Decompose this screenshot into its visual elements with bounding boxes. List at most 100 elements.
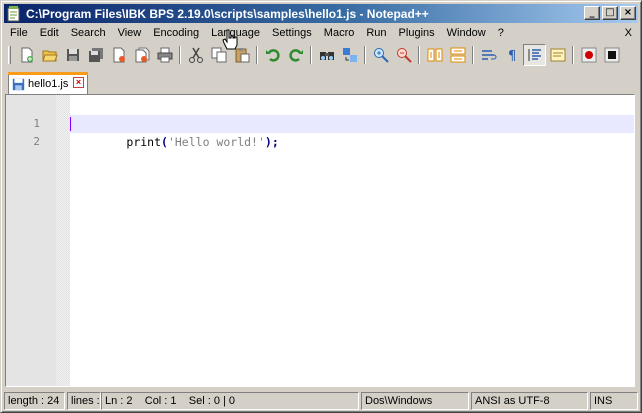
toolbar-separator xyxy=(472,46,474,64)
token-function: print xyxy=(126,135,162,149)
copy-icon xyxy=(211,47,226,63)
cut-icon xyxy=(188,47,203,63)
window-title: C:\Program Files\IBK BPS 2.19.0\scripts\… xyxy=(26,6,429,21)
open-file-button[interactable] xyxy=(38,44,61,66)
sync-vertical-button[interactable] xyxy=(423,44,446,66)
minimize-button[interactable]: _ xyxy=(584,6,600,20)
line-number: 1 xyxy=(33,117,40,130)
menu-window[interactable]: Window xyxy=(441,24,492,42)
close-all-button[interactable] xyxy=(130,44,153,66)
code-area[interactable]: 1 print('Hello world!'); 2 xyxy=(33,97,634,149)
zoom-out-button[interactable] xyxy=(392,44,415,66)
toolbar-separator xyxy=(364,46,366,64)
sync-horizontal-button[interactable] xyxy=(446,44,469,66)
status-length: length : 24 xyxy=(4,392,65,410)
new-file-button[interactable] xyxy=(15,44,38,66)
indent-guide-button[interactable] xyxy=(523,44,546,66)
status-position: Ln : 2 Col : 1 Sel : 0 | 0 xyxy=(101,392,359,410)
menu-file[interactable]: File xyxy=(4,24,34,42)
toolbar-separator xyxy=(572,46,574,64)
undo-icon xyxy=(265,49,280,62)
status-bar: length : 24 lines : Ln : 2 Col : 1 Sel :… xyxy=(4,391,638,410)
line-number: 2 xyxy=(33,135,40,148)
replace-button[interactable] xyxy=(338,44,361,66)
show-all-chars-button[interactable]: ¶ xyxy=(500,44,523,66)
notepad-window: C:\Program Files\IBK BPS 2.19.0\scripts\… xyxy=(0,0,642,413)
saved-file-icon xyxy=(12,78,25,90)
stop-macro-button[interactable] xyxy=(600,44,623,66)
open-file-icon xyxy=(41,50,58,62)
menu-plugins[interactable]: Plugins xyxy=(393,24,441,42)
token-operator: ( xyxy=(161,135,168,149)
toolbar-separator xyxy=(179,46,181,64)
zoom-in-button[interactable] xyxy=(369,44,392,66)
menu-view[interactable]: View xyxy=(112,24,148,42)
undo-button[interactable] xyxy=(261,44,284,66)
tab-close-icon[interactable]: × xyxy=(73,77,84,88)
indent-guide-icon xyxy=(528,49,541,61)
fold-margin[interactable] xyxy=(56,95,70,386)
status-insert-mode[interactable]: INS xyxy=(590,392,638,410)
notepad-app-icon[interactable] xyxy=(6,5,22,22)
toolbar-separator xyxy=(310,46,312,64)
word-wrap-icon xyxy=(481,50,496,60)
replace-icon xyxy=(342,48,357,62)
svg-text:¶: ¶ xyxy=(508,49,516,63)
menu-search[interactable]: Search xyxy=(65,24,112,42)
zoom-out-icon xyxy=(396,48,412,63)
close-window-icon: × xyxy=(623,7,633,18)
status-lines: lines : xyxy=(67,392,101,410)
menu-encoding[interactable]: Encoding xyxy=(147,24,205,42)
menu-run[interactable]: Run xyxy=(360,24,392,42)
save-button[interactable] xyxy=(61,44,84,66)
redo-button[interactable] xyxy=(284,44,307,66)
save-all-button[interactable] xyxy=(84,44,107,66)
status-encoding[interactable]: ANSI as UTF-8 xyxy=(471,392,588,410)
paste-icon xyxy=(235,48,249,63)
tab-hello1-js[interactable]: hello1.js × xyxy=(8,72,88,94)
record-macro-button[interactable] xyxy=(577,44,600,66)
print-button[interactable] xyxy=(153,44,176,66)
tab-bar: hello1.js × xyxy=(4,71,638,94)
status-eol[interactable]: Dos\Windows xyxy=(361,392,469,410)
save-all-icon xyxy=(88,48,103,62)
minimize-icon: _ xyxy=(589,7,595,18)
find-icon xyxy=(319,52,334,60)
menu-bar: File Edit Search View Encoding Language … xyxy=(4,24,638,42)
stop-macro-icon xyxy=(604,47,619,63)
toolbar-grip[interactable] xyxy=(8,46,11,64)
cut-button[interactable] xyxy=(184,44,207,66)
sync-h-icon xyxy=(450,47,465,63)
find-button[interactable] xyxy=(315,44,338,66)
close-icon xyxy=(113,47,125,63)
toolbar-separator xyxy=(256,46,258,64)
tab-label: hello1.js xyxy=(28,78,69,90)
show-all-chars-icon: ¶ xyxy=(508,49,516,63)
code-line-current[interactable]: 2 xyxy=(33,115,634,148)
copy-button[interactable] xyxy=(207,44,230,66)
user-lang-icon xyxy=(550,48,565,62)
print-icon xyxy=(157,47,172,63)
record-macro-icon xyxy=(581,47,596,63)
close-button[interactable]: × xyxy=(620,6,636,20)
user-language-button[interactable] xyxy=(546,44,569,66)
close-file-button[interactable] xyxy=(107,44,130,66)
code-line[interactable]: 1 print('Hello world!'); xyxy=(33,97,634,149)
paste-button[interactable] xyxy=(230,44,253,66)
line-content xyxy=(125,153,126,167)
save-icon xyxy=(66,49,79,61)
menu-edit[interactable]: Edit xyxy=(34,24,65,42)
token-operator: ); xyxy=(264,135,279,149)
toolbar: ¶ xyxy=(4,43,638,67)
menu-macro[interactable]: Macro xyxy=(318,24,361,42)
close-all-icon xyxy=(135,47,149,63)
word-wrap-button[interactable] xyxy=(477,44,500,66)
maximize-button[interactable]: □ xyxy=(602,6,618,20)
title-bar[interactable]: C:\Program Files\IBK BPS 2.19.0\scripts\… xyxy=(4,4,638,23)
sync-v-icon xyxy=(427,48,442,62)
token-string: 'Hello world!' xyxy=(167,135,265,149)
close-document-button[interactable]: X xyxy=(625,24,632,42)
code-editor[interactable]: 1 print('Hello world!'); 2 xyxy=(5,94,635,387)
menu-settings[interactable]: Settings xyxy=(266,24,318,42)
menu-help[interactable]: ? xyxy=(492,24,510,42)
